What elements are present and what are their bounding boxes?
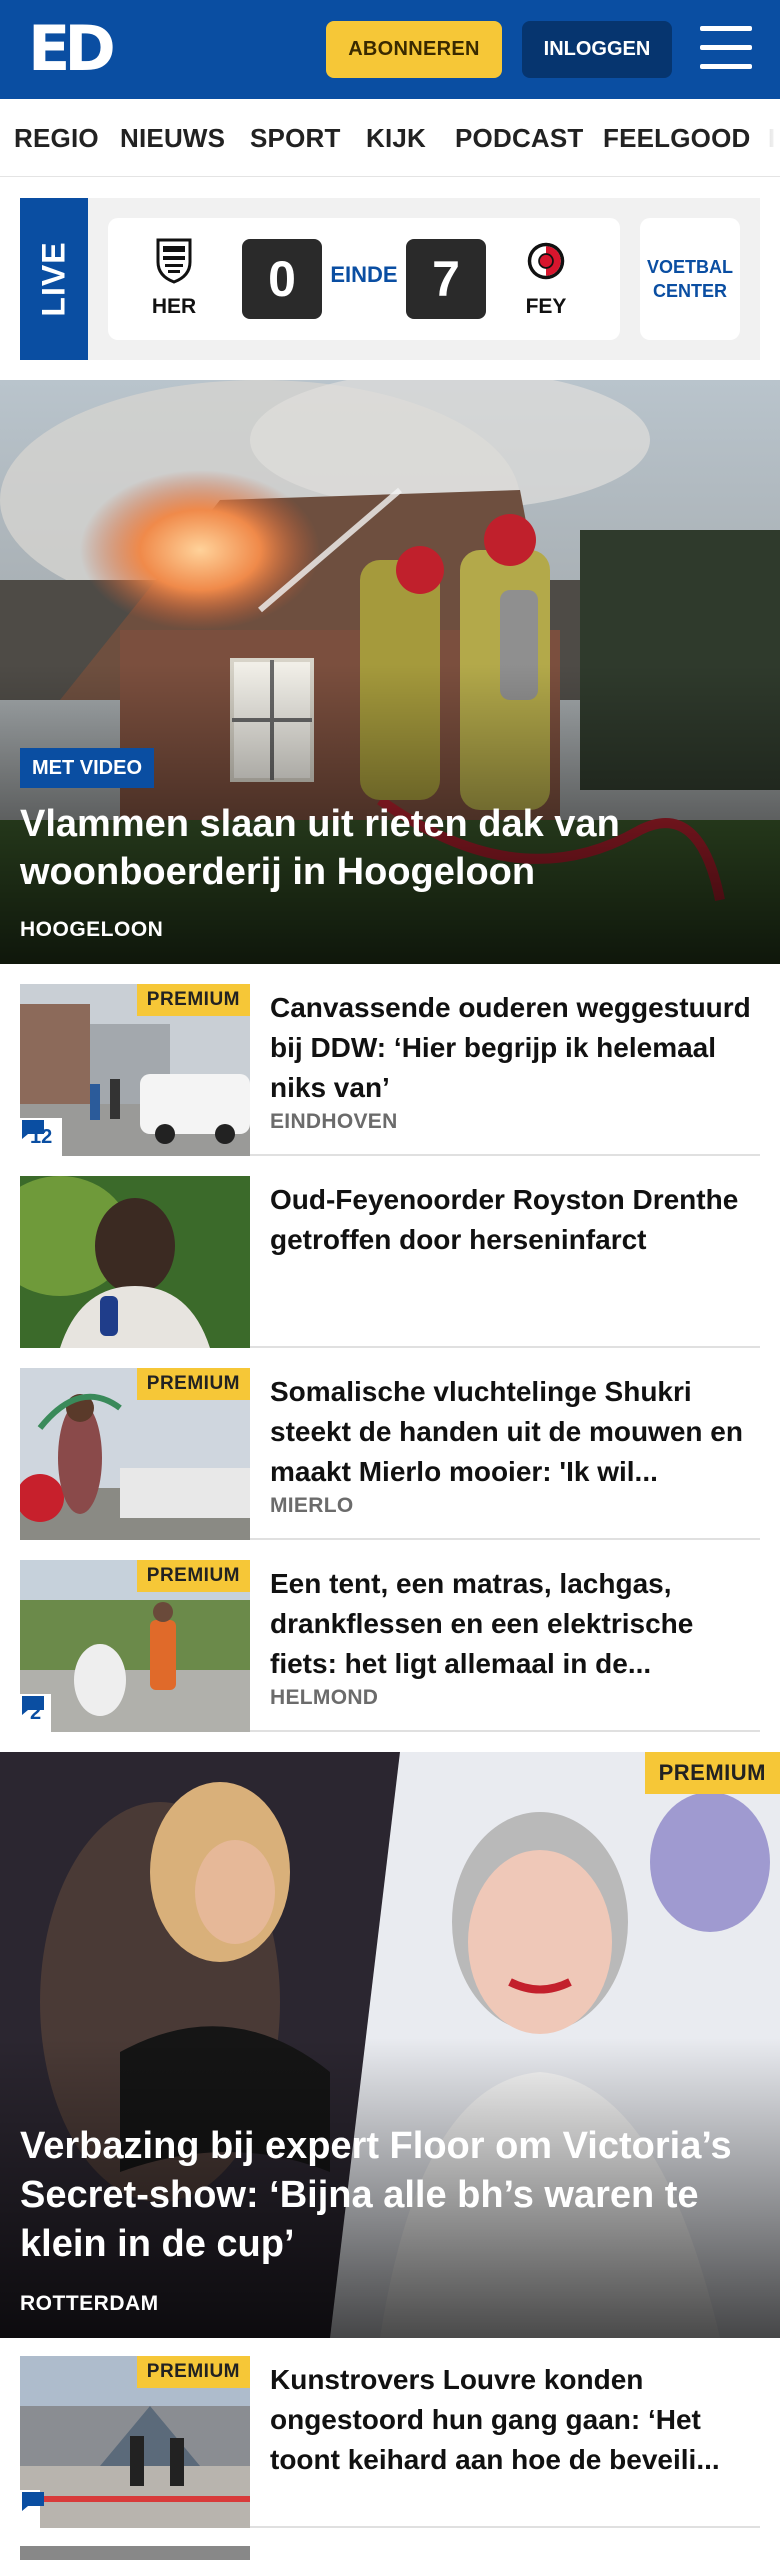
list-item[interactable]: PREMIUM 12 Canvassende ouderen wegge­stu… (20, 984, 760, 1156)
nav-item-nieuws[interactable]: NIEUWS (120, 123, 225, 154)
match-score-card[interactable]: HER 0 EINDE 7 FEY (108, 218, 620, 340)
top-bar: ED ABONNEREN INLOGGEN (0, 0, 780, 99)
logo-text: ED (28, 12, 116, 85)
hero-location: HOOGELOON (20, 918, 164, 941)
heracles-crest-icon (156, 238, 192, 284)
article-title[interactable]: Somalische vluchtelinge Shukri steekt de… (270, 1372, 760, 1492)
away-score: 7 (406, 239, 486, 319)
live-label: LIVE (35, 241, 72, 317)
article-thumbnail: PREMIUM 12 (20, 984, 250, 1156)
home-score: 0 (242, 239, 322, 319)
home-team: HER (144, 238, 204, 319)
nav-item-feelgood[interactable]: FEELGOOD (603, 123, 751, 154)
article-title[interactable]: Een tent, een matras, lachgas, drankfles… (270, 1564, 760, 1684)
nav-fade (750, 99, 780, 176)
voetbal-center-button[interactable]: VOETBAL CENTER (640, 218, 740, 340)
feature-location: ROTTERDAM (20, 2292, 159, 2315)
article-thumbnail: PREMIUM (20, 2356, 250, 2528)
list-item[interactable]: Oud-Feyenoorder Royston Drenthe getroffe… (20, 1176, 760, 1348)
premium-badge: PREMIUM (136, 1368, 250, 1400)
comment-bubble-icon (22, 1696, 44, 1715)
nav-item-sport[interactable]: SPORT (250, 123, 341, 154)
feature-article[interactable]: PREMIUM Verbazing bij expert Floor om Vi… (0, 1752, 780, 2338)
live-score-widget: LIVE HER 0 EINDE 7 FEY VOETBAL CENTER (20, 198, 760, 360)
article-title[interactable]: Kunstrovers Louvre konden ongestoord hun… (270, 2360, 760, 2480)
article-thumbnail: PREMIUM 2 (20, 1560, 250, 1732)
article-location: HELMOND (270, 1686, 379, 1709)
ed-logo[interactable]: ED (28, 18, 116, 80)
nav-item-regio[interactable]: REGIO (14, 123, 99, 154)
video-badge: MET VIDEO (20, 748, 155, 788)
feyenoord-crest-icon (527, 242, 565, 280)
premium-badge: PREMIUM (136, 984, 250, 1016)
section-nav: REGIO NIEUWS SPORT KIJK PODCAST FEELGOOD… (0, 99, 780, 177)
comment-count[interactable]: 12 (20, 1118, 63, 1156)
home-team-abbr: HER (151, 295, 197, 318)
subscribe-button[interactable]: ABONNEREN (326, 21, 502, 78)
comment-count[interactable]: 2 (20, 1694, 52, 1732)
login-button[interactable]: INLOGGEN (522, 21, 672, 78)
list-item[interactable]: PREMIUM Kunstrovers Louvre konden ongest… (20, 2356, 760, 2528)
away-team-abbr: FEY (525, 295, 567, 318)
comment-count[interactable] (20, 2490, 44, 2528)
match-status: EINDE (330, 262, 398, 287)
nav-item-kijk[interactable]: KIJK (366, 123, 426, 154)
hero-title[interactable]: Vlammen slaan uit rieten dak van woonboe… (20, 800, 740, 896)
live-tag: LIVE (20, 198, 88, 360)
article-location: EINDHOVEN (270, 1110, 398, 1133)
comment-bubble-icon (22, 1120, 44, 1139)
nav-item-podcast[interactable]: PODCAST (455, 123, 584, 154)
hamburger-menu-icon[interactable] (700, 26, 752, 70)
feature-title[interactable]: Verbazing bij expert Floor om Victoria’s… (20, 2122, 760, 2269)
hero-article[interactable]: MET VIDEO Vlammen slaan uit rieten dak v… (0, 380, 780, 964)
article-thumbnail (20, 1176, 250, 1348)
portrait-photo (20, 1176, 250, 1348)
article-title[interactable]: Oud-Feyenoorder Royston Drenthe getroffe… (270, 1180, 760, 1260)
comment-bubble-icon (22, 2492, 44, 2511)
list-item[interactable]: PREMIUM Somalische vluchtelinge Shukri s… (20, 1368, 760, 1540)
away-team: FEY (516, 238, 576, 319)
premium-badge: PREMIUM (136, 1560, 250, 1592)
article-location: MIERLO (270, 1494, 354, 1517)
premium-badge: PREMIUM (136, 2356, 250, 2388)
premium-badge: PREMIUM (644, 1752, 780, 1794)
article-title[interactable]: Canvassende ouderen wegge­stuurd bij DDW… (270, 988, 760, 1108)
article-thumbnail: PREMIUM (20, 1368, 250, 1540)
list-item[interactable]: PREMIUM 2 Een tent, een matras, lachgas,… (20, 1560, 760, 1732)
next-article-thumbnail (20, 2546, 250, 2560)
